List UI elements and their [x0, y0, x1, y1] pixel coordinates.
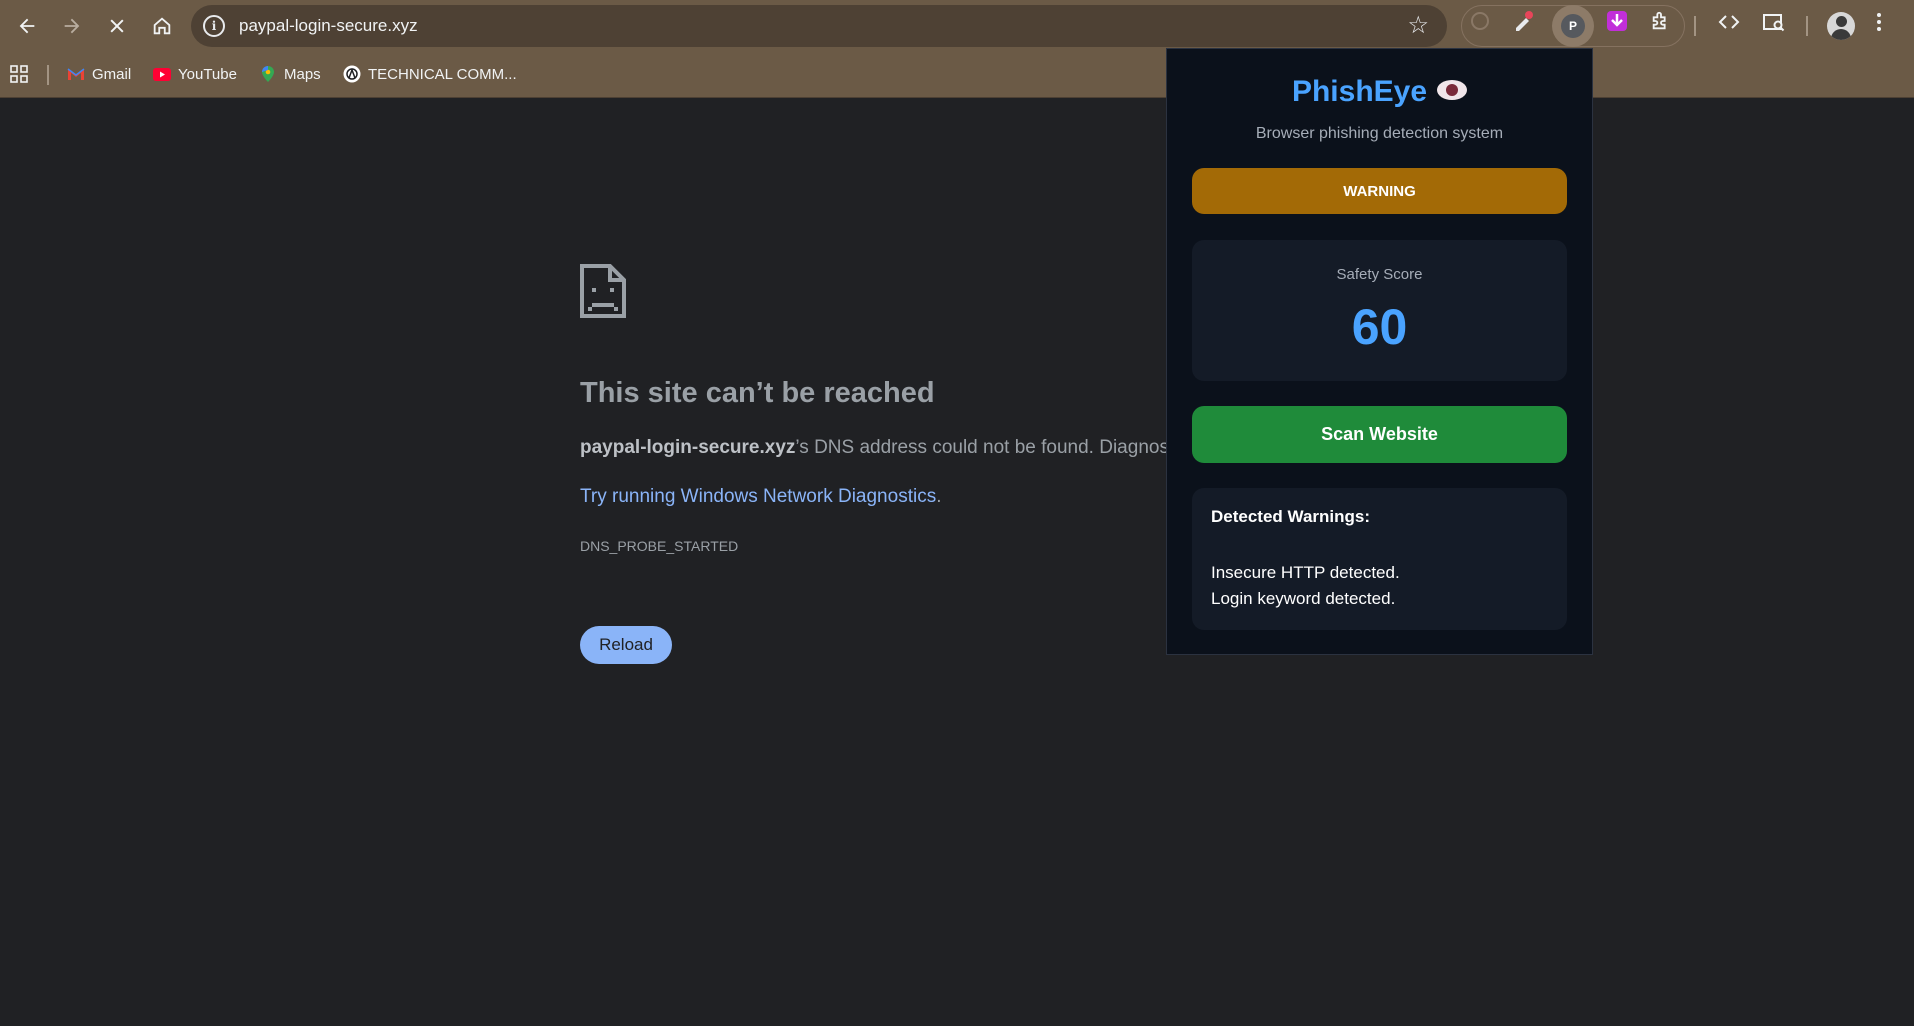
address-bar[interactable]: i paypal-login-secure.xyz ☆ — [191, 5, 1447, 47]
phisheye-extension-icon: P — [1561, 14, 1585, 38]
extension-circle-icon[interactable] — [1467, 8, 1493, 34]
extension-pen-icon[interactable] — [1510, 8, 1536, 34]
error-description-text: ’s DNS address could not be found. Diagn… — [795, 437, 1167, 458]
youtube-icon — [153, 65, 171, 83]
tab-search-icon[interactable] — [1762, 10, 1786, 40]
error-title: This site can’t be reached — [580, 377, 935, 409]
diagnostics-period: . — [936, 486, 942, 507]
safety-score-card: Safety Score 60 — [1192, 240, 1567, 381]
toolbar-divider — [1694, 16, 1696, 36]
sad-page-icon — [579, 263, 627, 324]
warning-item: Insecure HTTP detected. — [1211, 563, 1400, 582]
warnings-heading: Detected Warnings: — [1211, 507, 1371, 526]
bookmark-youtube[interactable]: YouTube — [153, 62, 237, 86]
bookmarks-divider — [47, 65, 49, 85]
error-description: paypal-login-secure.xyz’s DNS address co… — [580, 437, 1167, 459]
profile-avatar[interactable] — [1827, 12, 1855, 40]
bookmark-label: Gmail — [92, 65, 132, 83]
toolbar-divider — [1806, 16, 1808, 36]
bookmark-gmail[interactable]: Gmail — [67, 62, 131, 86]
bookmark-label: TECHNICAL COMM... — [368, 65, 517, 83]
error-code: DNS_PROBE_STARTED — [580, 538, 739, 554]
safety-score-value: 60 — [1351, 299, 1408, 355]
popup-title: PhishEye — [1167, 75, 1592, 109]
code-icon[interactable] — [1717, 10, 1741, 40]
reload-button[interactable]: Reload — [580, 626, 672, 664]
phisheye-popup: PhishEye Browser phishing detection syst… — [1166, 48, 1593, 655]
address-url[interactable]: paypal-login-secure.xyz — [239, 16, 418, 36]
bookmark-label: YouTube — [178, 65, 237, 83]
popup-subtitle: Browser phishing detection system — [1255, 125, 1504, 142]
site-icon — [343, 65, 361, 83]
bookmark-maps[interactable]: Maps — [259, 62, 321, 86]
popup-title-text: PhishEye — [1291, 75, 1428, 108]
warning-item: Login keyword detected. — [1211, 589, 1396, 608]
phisheye-extension-button[interactable]: P — [1552, 5, 1594, 47]
more-menu-icon[interactable] — [1875, 10, 1883, 40]
forward-arrow-icon — [64, 18, 80, 34]
extensions-puzzle-icon[interactable] — [1648, 8, 1674, 34]
warnings-list: Insecure HTTP detected. Login keyword de… — [1211, 560, 1400, 612]
eye-icon — [1437, 80, 1468, 101]
detected-warnings-card: Detected Warnings: Insecure HTTP detecte… — [1192, 488, 1567, 630]
stop-loading-button[interactable] — [99, 8, 135, 44]
diagnostics-text: Try running Windows Network Diagnostics. — [580, 486, 941, 508]
maps-icon — [259, 65, 277, 83]
home-icon — [153, 17, 171, 35]
extension-download-icon[interactable] — [1604, 8, 1630, 34]
back-arrow-icon — [19, 18, 35, 34]
back-button[interactable] — [9, 8, 45, 44]
gmail-icon — [67, 65, 85, 83]
status-badge: WARNING — [1192, 168, 1567, 214]
safety-score-label: Safety Score — [1336, 266, 1423, 283]
bookmark-technical-comm[interactable]: TECHNICAL COMM... — [343, 62, 517, 86]
bookmark-star-icon[interactable]: ☆ — [1407, 11, 1429, 40]
site-info-icon[interactable]: i — [203, 15, 225, 37]
bookmarks-bar: Gmail YouTube Maps TECHNICAL COMM... — [0, 52, 1914, 98]
apps-grid-icon[interactable] — [9, 62, 29, 86]
close-icon — [110, 19, 124, 33]
home-button[interactable] — [144, 8, 180, 44]
error-domain: paypal-login-secure.xyz — [580, 437, 796, 458]
bookmark-label: Maps — [284, 65, 321, 83]
scan-website-button[interactable]: Scan Website — [1192, 406, 1567, 463]
forward-button[interactable] — [54, 8, 90, 44]
diagnostics-link[interactable]: Try running Windows Network Diagnostics — [580, 486, 936, 507]
